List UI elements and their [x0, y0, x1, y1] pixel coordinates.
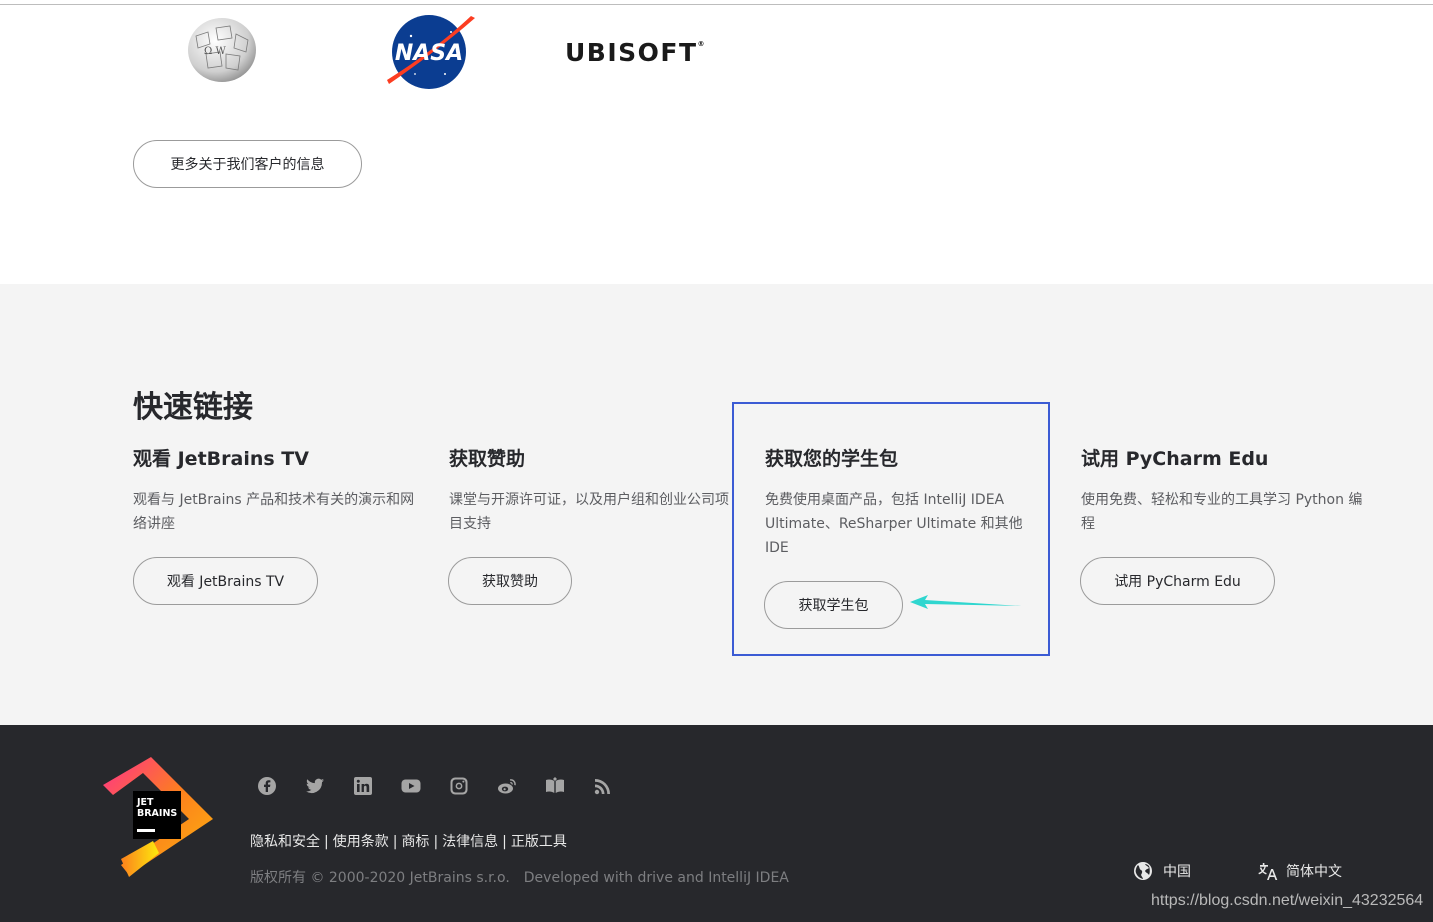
wikipedia-logo: Ω W — [188, 18, 256, 82]
annotation-arrow-icon — [910, 595, 1022, 609]
social-icons — [256, 775, 614, 797]
copyright-text: 版权所有 © 2000-2020 JetBrains s.r.o. Develop… — [250, 870, 789, 886]
privacy-link[interactable]: 隐私和安全 — [250, 834, 320, 850]
quick-link-title: 获取赞助 — [449, 448, 526, 470]
footer-links: 隐私和安全 | 使用条款 | 商标 | 法律信息 | 正版工具 — [250, 834, 567, 850]
quick-link-title: 观看 JetBrains TV — [133, 448, 309, 470]
twitter-icon[interactable] — [304, 775, 326, 797]
region-selector[interactable]: 中国 — [1133, 861, 1191, 881]
rss-icon[interactable] — [592, 775, 614, 797]
annotation-highlight-box — [732, 402, 1050, 656]
quick-link-desc: 课堂与开源许可证，以及用户组和创业公司项目支持 — [449, 492, 729, 532]
nasa-logo: NASA — [387, 15, 475, 89]
quick-link-sponsorship: 获取赞助 课堂与开源许可证，以及用户组和创业公司项目支持 — [449, 444, 739, 536]
quick-link-jetbrains-tv: 观看 JetBrains TV 观看与 JetBrains 产品和技术有关的演示… — [133, 444, 423, 536]
globe-icon — [1134, 862, 1152, 880]
quick-links-section: 快速链接 观看 JetBrains TV 观看与 JetBrains 产品和技术… — [0, 284, 1433, 725]
try-pycharm-edu-button[interactable]: 试用 PyCharm Edu — [1080, 557, 1275, 605]
developed-with-text: Developed with drive and IntelliJ IDEA — [523, 870, 789, 886]
ubisoft-logo: UBISOFT® — [565, 38, 707, 67]
book-icon[interactable] — [544, 775, 566, 797]
linkedin-icon[interactable] — [352, 775, 374, 797]
region-label: 中国 — [1163, 864, 1191, 880]
site-footer: JET BRAINS 隐私和安全 | 使用条款 | 商标 | 法律信息 | 正版工具 版权所有 … — [0, 725, 1433, 922]
youtube-icon[interactable] — [400, 775, 422, 797]
language-label: 简体中文 — [1286, 864, 1342, 880]
quick-link-desc: 使用免费、轻松和专业的工具学习 Python 编程 — [1081, 492, 1363, 532]
legal-link[interactable]: 法律信息 — [442, 834, 498, 850]
get-sponsorship-button[interactable]: 获取赞助 — [448, 557, 572, 605]
quick-link-pycharm-edu: 试用 PyCharm Edu 使用免费、轻松和专业的工具学习 Python 编程 — [1081, 444, 1371, 536]
top-divider — [0, 4, 1433, 5]
trademarks-link[interactable]: 商标 — [401, 834, 429, 850]
svg-text:JET: JET — [136, 797, 154, 808]
jetbrains-logo[interactable]: JET BRAINS — [99, 755, 215, 879]
quick-links-title: 快速链接 — [133, 390, 253, 425]
language-selector[interactable]: 简体中文 — [1258, 861, 1342, 881]
weibo-icon[interactable] — [496, 775, 518, 797]
genuine-tools-link[interactable]: 正版工具 — [511, 834, 567, 850]
svg-text:BRAINS: BRAINS — [137, 808, 177, 819]
svg-text:Ω W: Ω W — [204, 46, 226, 57]
quick-link-desc: 观看与 JetBrains 产品和技术有关的演示和网络讲座 — [133, 492, 415, 532]
facebook-icon[interactable] — [256, 775, 278, 797]
csdn-watermark: https://blog.csdn.net/weixin_43232564 — [1151, 892, 1424, 909]
instagram-icon[interactable] — [448, 775, 470, 797]
watch-jetbrains-tv-button[interactable]: 观看 JetBrains TV — [133, 557, 318, 605]
more-customers-button[interactable]: 更多关于我们客户的信息 — [133, 140, 362, 188]
terms-link[interactable]: 使用条款 — [333, 834, 389, 850]
quick-link-title: 试用 PyCharm Edu — [1081, 448, 1269, 470]
translate-icon — [1258, 863, 1278, 880]
svg-text:NASA: NASA — [395, 41, 463, 66]
